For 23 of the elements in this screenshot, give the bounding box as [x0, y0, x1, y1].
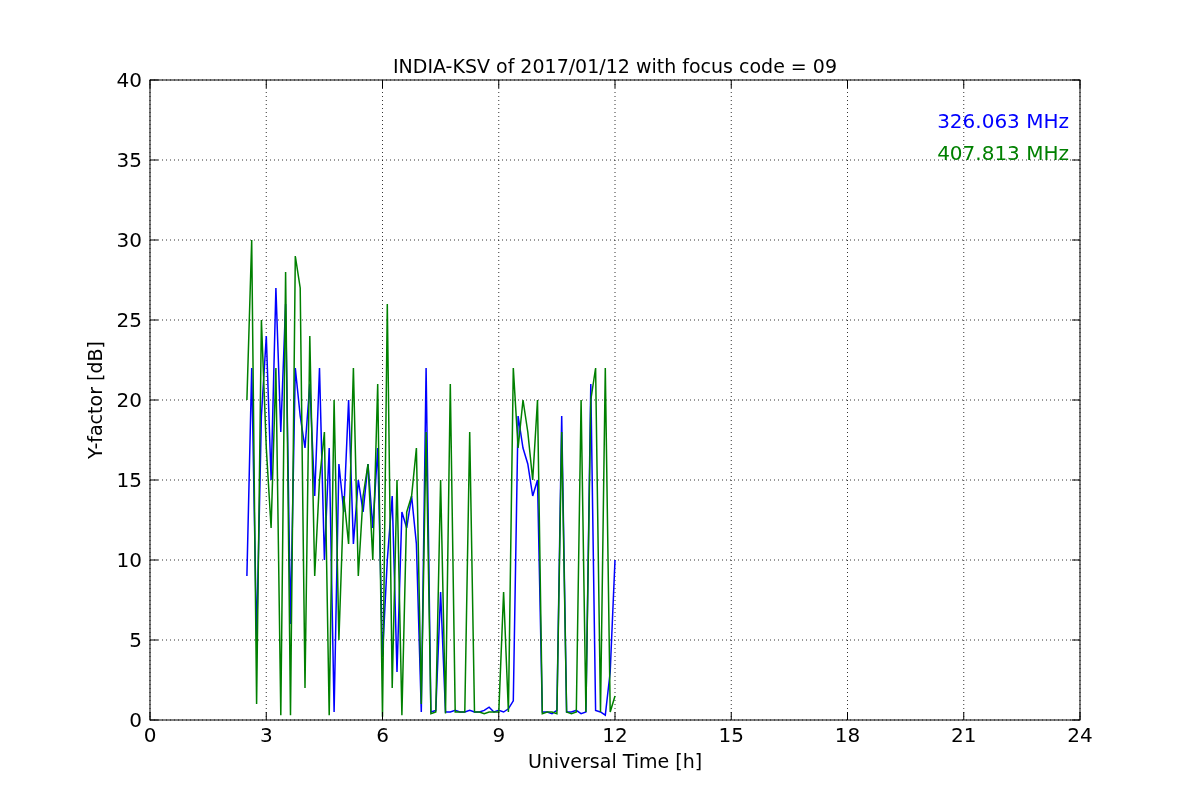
tick-label: 24 — [1067, 723, 1093, 747]
tick-label: 20 — [116, 388, 142, 412]
axis-label: Universal Time [h] — [527, 750, 703, 772]
tick-label: 0 — [143, 723, 157, 747]
tick-label: 0 — [129, 708, 142, 732]
tick-label: 35 — [116, 148, 142, 172]
tick-label: 9 — [492, 723, 506, 747]
tick-label: 5 — [129, 628, 142, 652]
chart-title: INDIA-KSV of 2017/01/12 with focus code = 09 — [393, 55, 837, 77]
tick-label: 40 — [116, 68, 142, 92]
axis-label: Y-factor [dB] — [84, 341, 106, 459]
tick-label: 30 — [116, 228, 142, 252]
tick-label: 21 — [951, 723, 977, 747]
tick-label: 15 — [116, 468, 142, 492]
legend-label: 407.813 MHz — [937, 141, 1069, 165]
tick-label: 12 — [602, 723, 628, 747]
tick-label: 3 — [259, 723, 273, 747]
tick-label: 18 — [834, 723, 861, 747]
tick-label: 6 — [376, 723, 389, 747]
tick-label: 25 — [116, 308, 142, 332]
tick-label: 10 — [116, 548, 142, 572]
tick-label: 15 — [718, 723, 744, 747]
legend-label: 326.063 MHz — [937, 109, 1069, 133]
